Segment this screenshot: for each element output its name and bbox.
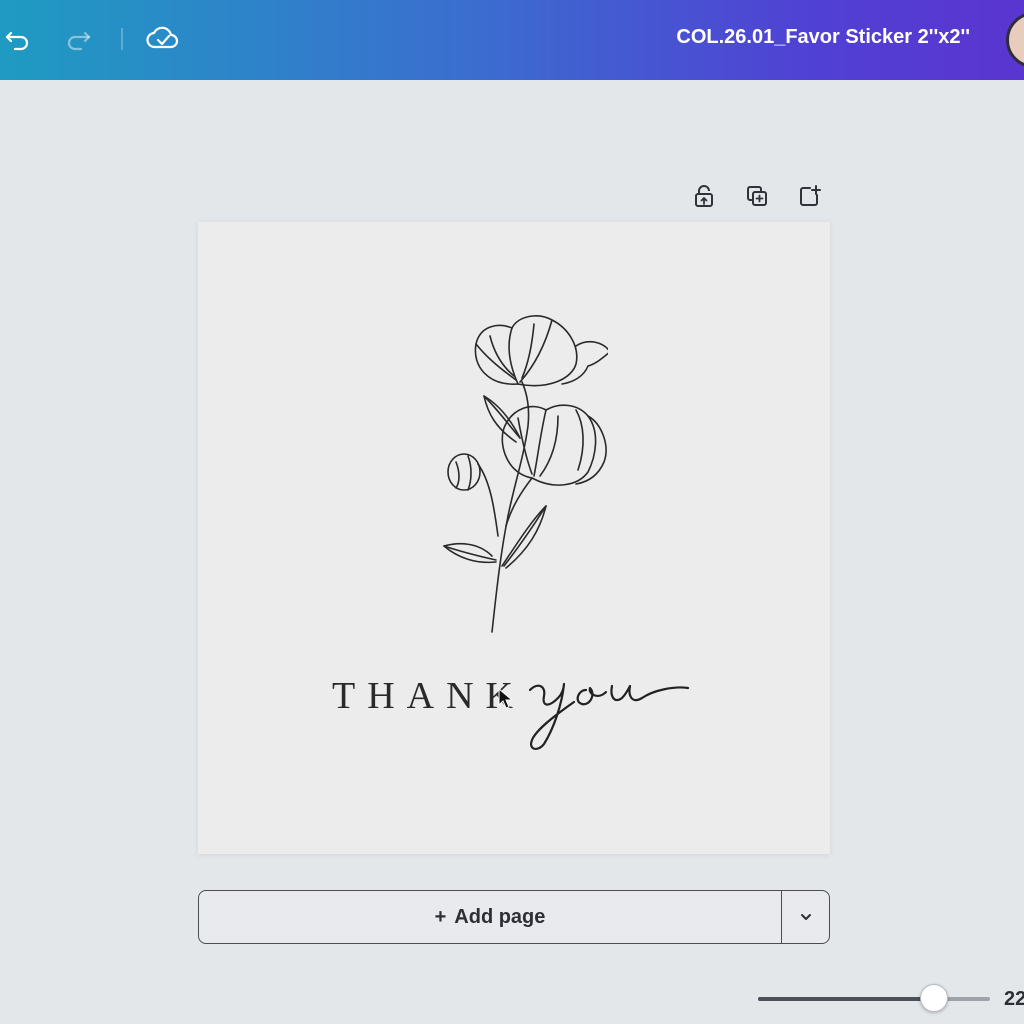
chevron-down-icon bbox=[800, 914, 811, 920]
add-page-label: Add page bbox=[454, 905, 546, 928]
avatar[interactable] bbox=[1006, 12, 1024, 68]
thank-text[interactable]: THANK bbox=[332, 674, 525, 718]
duplicate-page-button[interactable] bbox=[741, 180, 773, 212]
document-title[interactable]: COL.26.01_Favor Sticker 2''x2'' bbox=[676, 26, 970, 49]
plus-icon: + bbox=[434, 905, 447, 928]
add-page-top-button[interactable] bbox=[793, 180, 825, 212]
lock-page-button[interactable] bbox=[688, 180, 720, 212]
lock-icon bbox=[695, 185, 713, 207]
add-page-icon bbox=[800, 185, 821, 206]
toolbar-divider bbox=[121, 28, 123, 50]
zoom-value[interactable]: 22 bbox=[1004, 988, 1024, 1011]
save-status-button[interactable] bbox=[145, 20, 181, 56]
undo-button[interactable] bbox=[0, 20, 36, 56]
top-toolbar: COL.26.01_Favor Sticker 2''x2'' bbox=[0, 0, 1024, 80]
redo-button[interactable] bbox=[60, 20, 96, 56]
add-page-dropdown-button[interactable] bbox=[781, 890, 830, 944]
duplicate-page-icon bbox=[747, 186, 767, 206]
add-page-button[interactable]: + Add page bbox=[198, 890, 782, 944]
cloud-saved-icon bbox=[146, 26, 179, 49]
redo-icon bbox=[67, 31, 91, 51]
page-actions bbox=[688, 180, 828, 212]
zoom-slider-track[interactable] bbox=[758, 997, 990, 1001]
mouse-cursor-icon bbox=[498, 688, 514, 709]
flower-illustration[interactable] bbox=[428, 306, 608, 636]
you-script-text[interactable]: you bbox=[524, 668, 694, 758]
undo-icon bbox=[5, 31, 29, 51]
design-page[interactable]: THANK you bbox=[198, 222, 830, 854]
zoom-slider-fill bbox=[758, 997, 935, 1001]
